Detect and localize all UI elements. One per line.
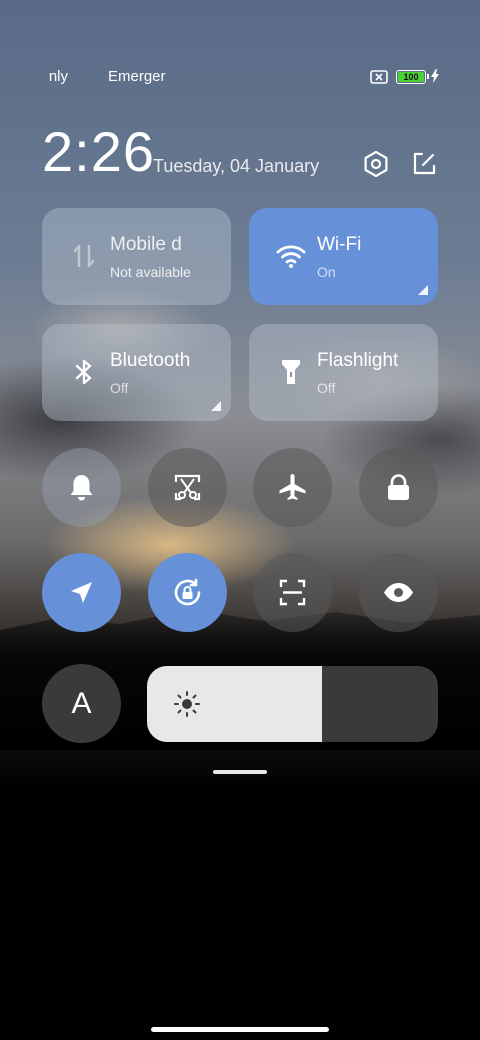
date-label: Tuesday, 04 January <box>153 156 320 176</box>
location-icon <box>71 582 92 603</box>
settings-hexagon-icon[interactable] <box>362 150 390 178</box>
panel-drag-handle[interactable] <box>213 770 267 774</box>
expand-corner-icon <box>211 401 221 411</box>
clock: 2:26 <box>42 120 155 183</box>
expand-corner-icon <box>418 285 428 295</box>
toggle-scanner[interactable] <box>253 553 332 632</box>
tile-wifi[interactable]: Wi-Fi On <box>249 208 438 305</box>
charging-icon <box>430 69 440 87</box>
airplane-icon <box>279 474 306 500</box>
toggle-rotation-lock[interactable] <box>148 553 227 632</box>
screenshot-scissors-icon <box>174 474 201 501</box>
toggle-reading-mode[interactable] <box>359 553 438 632</box>
flashlight-icon <box>275 356 307 388</box>
font-size-button[interactable]: A <box>42 664 121 743</box>
tile-label: Wi-Fi <box>317 234 362 255</box>
no-sim-icon <box>370 70 388 88</box>
tile-label: Flashlight <box>317 350 399 371</box>
bluetooth-icon <box>68 356 100 388</box>
battery-level: 100 <box>398 72 424 82</box>
bell-icon <box>70 475 93 501</box>
lock-icon <box>388 474 409 500</box>
navigation-gesture-bar[interactable] <box>151 1027 329 1032</box>
brightness-slider[interactable] <box>147 666 438 742</box>
toggle-airplane[interactable] <box>253 448 332 527</box>
tile-flashlight[interactable]: Flashlight Off <box>249 324 438 421</box>
scanner-icon <box>279 579 306 606</box>
tile-bluetooth[interactable]: Bluetooth Off <box>42 324 231 421</box>
tile-state: Off <box>317 380 336 396</box>
wifi-icon <box>275 240 307 272</box>
mobile-data-icon <box>68 240 100 272</box>
rotation-lock-icon <box>174 578 201 606</box>
eye-icon <box>384 583 413 602</box>
tile-state: On <box>317 264 336 280</box>
carrier-label-2: Emerger <box>108 68 166 85</box>
toggle-screenshot[interactable] <box>148 448 227 527</box>
tile-state: Off <box>110 380 129 396</box>
carrier-label-1: nly <box>48 68 68 85</box>
tile-label: Bluetooth <box>110 350 191 371</box>
sun-icon <box>173 690 201 718</box>
edit-icon[interactable] <box>410 150 438 178</box>
tile-label: Mobile d <box>110 234 182 255</box>
tile-state: Not available <box>110 264 191 280</box>
battery-indicator: 100 <box>396 70 429 84</box>
toggle-lock-screen[interactable] <box>359 448 438 527</box>
tile-mobile-data[interactable]: Mobile d Not available <box>42 208 231 305</box>
toggle-location[interactable] <box>42 553 121 632</box>
status-bar: nly Emerger 100 <box>0 66 480 88</box>
toggle-ringer[interactable] <box>42 448 121 527</box>
